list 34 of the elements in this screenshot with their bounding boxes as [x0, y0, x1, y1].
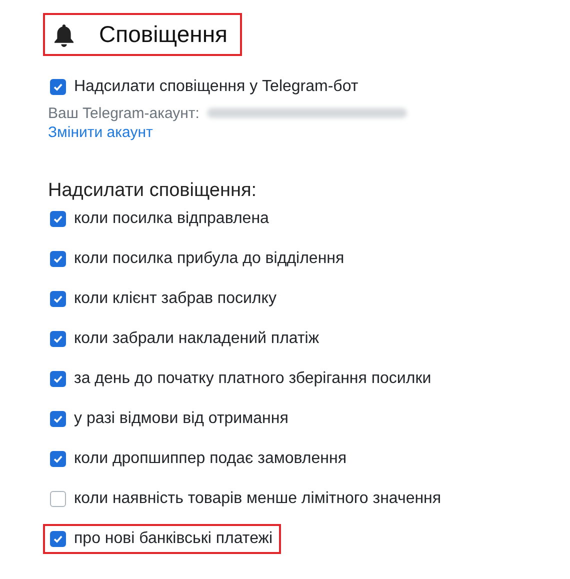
- checkbox[interactable]: [50, 79, 66, 95]
- checkbox[interactable]: [50, 331, 66, 347]
- checkbox-label: коли посилка відправлена: [74, 210, 269, 228]
- bell-icon: [53, 22, 75, 46]
- checkbox[interactable]: [50, 371, 66, 387]
- check-icon: [53, 82, 63, 92]
- checkbox-label: Надсилати сповіщення у Telegram-бот: [74, 78, 358, 96]
- checkbox-label: коли посилка прибула до відділення: [74, 250, 344, 268]
- check-icon: [53, 534, 63, 544]
- checkbox-label: коли дропшиппер подає замовлення: [74, 450, 346, 468]
- checkbox-label: коли забрали накладений платіж: [74, 330, 320, 348]
- checkbox-label: за день до початку платного зберігання посилки: [74, 370, 432, 388]
- checkbox[interactable]: [50, 291, 66, 307]
- checkbox[interactable]: [50, 531, 66, 547]
- check-icon: [53, 334, 63, 344]
- check-icon: [53, 294, 63, 304]
- checkbox[interactable]: [50, 451, 66, 467]
- checkbox[interactable]: [50, 411, 66, 427]
- check-icon: [53, 454, 63, 464]
- notify-heading: Надсилати сповіщення:: [48, 180, 258, 202]
- section-title: Сповіщення: [99, 21, 228, 48]
- check-icon: [53, 374, 63, 384]
- checkbox[interactable]: [50, 491, 66, 507]
- change-account-link[interactable]: Змінити акаунт: [48, 124, 153, 141]
- checkbox-label: про нові банківські платежі: [74, 530, 273, 548]
- check-icon: [53, 214, 63, 224]
- check-icon: [53, 414, 63, 424]
- checkbox-label: коли клієнт забрав посилку: [74, 290, 276, 308]
- checkbox[interactable]: [50, 211, 66, 227]
- account-label: Ваш Telegram-акаунт:: [48, 104, 200, 122]
- checkbox-label: у разі відмови від отримання: [74, 410, 288, 428]
- checkbox-label: коли наявність товарів менше лімітного значення: [74, 490, 442, 508]
- check-icon: [53, 254, 63, 264]
- checkbox[interactable]: [50, 251, 66, 267]
